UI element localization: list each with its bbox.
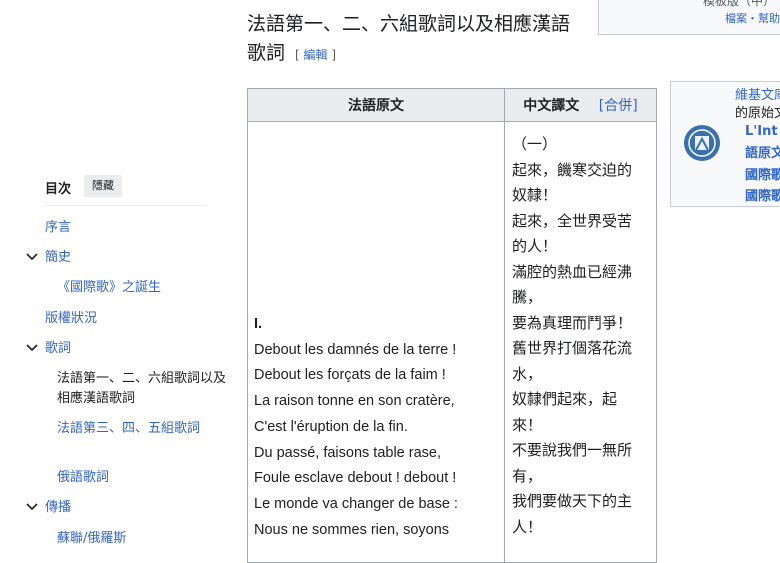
french-line: Debout les forçats de la faim ! (254, 367, 446, 384)
toc-item-copyright[interactable]: 版權狀況 (45, 309, 97, 329)
toc-item-spread[interactable]: 傳播 (45, 498, 71, 518)
toc-item-current[interactable]: 法語第一、二、六組歌詞以及相應漢語歌詞 (57, 369, 227, 409)
chinese-line: 奴隸們起來，起 (512, 390, 618, 408)
chinese-line: 要為真理而鬥爭！ (512, 313, 633, 332)
toc-item-history[interactable]: 簡史 (45, 248, 71, 268)
table-row: I. Debout les damnés de la terre ! Debou… (247, 121, 657, 563)
french-line: C'est l'éruption de la fin. (254, 418, 408, 435)
toc-item-birth[interactable]: 《國際歌》之誕生 (57, 278, 161, 298)
merge-bracket-close: ] (632, 98, 638, 114)
chinese-line: 起來，饑寒交迫的 (512, 160, 633, 179)
top-box-text: 模板版（中） (703, 0, 776, 8)
chinese-line: 奴隸！ (512, 186, 558, 204)
sister-link-1[interactable]: L'Int (745, 124, 778, 139)
toc-item-verses-345[interactable]: 法語第三、四、五組歌詞 (57, 419, 209, 439)
header-french: 法語原文 (247, 88, 505, 122)
chevron-down-icon[interactable] (26, 251, 38, 263)
sister-link-3[interactable]: 國際歌 (745, 164, 780, 183)
french-line: Du passé, faisons table rase, (254, 444, 441, 461)
edit-bracket-close: ] (327, 48, 337, 62)
chinese-line: 我們要做天下的主 (512, 492, 633, 510)
chinese-line: 起來，全世界受苦 (512, 211, 633, 230)
chinese-cell: （一） 起來，饑寒交迫的 奴隸！ 起來，全世界受苦 的人！ 滿腔的熱血已經沸 騰… (504, 121, 657, 563)
chinese-line: 水， (512, 364, 543, 383)
toc-hide-button[interactable]: 隱藏 (84, 175, 122, 197)
header-chinese: 中文譯文 [合併] (504, 88, 657, 122)
toc-title: 目次 (45, 182, 72, 197)
toc-item-preface[interactable]: 序言 (45, 218, 71, 238)
toc-item-russian[interactable]: 俄語歌詞 (57, 468, 109, 488)
chinese-line: （一） (512, 135, 558, 153)
french-lyrics: I. Debout les damnés de la terre ! Debou… (248, 122, 504, 543)
french-line: Le monde va changer de base : (254, 495, 458, 512)
toc-divider (45, 205, 207, 206)
merge-link[interactable]: 合併 (604, 98, 632, 114)
chinese-line: 的人！ (512, 237, 558, 255)
chevron-down-icon[interactable] (26, 501, 38, 513)
chinese-line: 人！ (512, 517, 543, 536)
chinese-line: 滿腔的熱血已經沸 (512, 262, 633, 281)
french-line: Nous ne sommes rien, soyons (254, 521, 450, 538)
top-right-box: 模板版（中） 檔案・幫助 (598, 0, 780, 35)
header-chinese-label: 中文譯文 (523, 98, 580, 114)
table-header-row: 法語原文 中文譯文 [合併] (247, 88, 657, 122)
wikisource-subtitle: 的原始文 (735, 106, 780, 121)
toc-item-lyrics[interactable]: 歌詞 (45, 339, 71, 359)
french-line: La raison tonne en son cratère, (254, 393, 455, 410)
sister-link-2[interactable]: 語原文 (745, 142, 780, 161)
sister-link-4[interactable]: 國際歌 (745, 185, 780, 204)
edit-bracket-open: [ (295, 48, 304, 62)
chinese-line: 騰， (512, 288, 543, 306)
chevron-down-icon[interactable] (26, 342, 38, 354)
french-line: Debout les damnés de la terre ! (254, 341, 457, 358)
french-cell: I. Debout les damnés de la terre ! Debou… (247, 121, 505, 563)
chinese-line: 來！ (512, 415, 543, 434)
edit-section: [ 編輯 ] (295, 48, 336, 62)
verse-number: I. (254, 316, 263, 332)
wikisource-logo-icon (684, 125, 720, 161)
wikisource-box: 維基文庫 的原始文 L'Int 語原文 國際歌 國際歌 (670, 81, 780, 207)
chinese-line: 不要說我們一無所 (512, 441, 633, 459)
edit-link[interactable]: 編輯 (304, 48, 328, 62)
chinese-line: 舊世界打個落花流 (512, 339, 633, 357)
top-box-links[interactable]: 檔案・幫助 (725, 10, 780, 26)
toc-item-ussr[interactable]: 蘇聯/俄羅斯 (57, 529, 126, 549)
section-heading: 法語第一、二、六組歌詞以及相應漢語歌詞[ 編輯 ] (247, 10, 587, 70)
lyrics-table: 法語原文 中文譯文 [合併] I. Debout les damnés de l… (247, 88, 657, 563)
french-line: Foule esclave debout ! debout ! (254, 470, 457, 487)
chinese-lyrics: （一） 起來，饑寒交迫的 奴隸！ 起來，全世界受苦 的人！ 滿腔的熱血已經沸 騰… (505, 122, 652, 540)
chinese-line: 有， (512, 466, 543, 485)
wikisource-link[interactable]: 維基文庫 (735, 84, 780, 103)
